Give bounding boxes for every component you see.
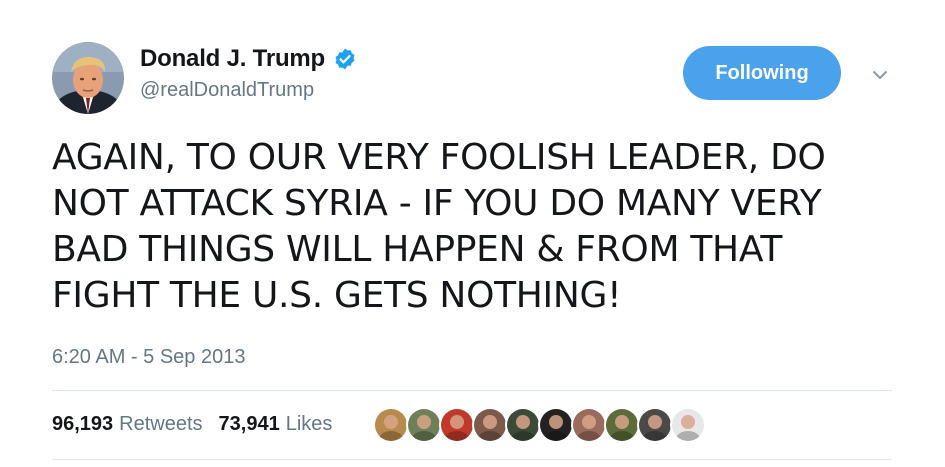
author-info: Donald J. Trump @realDonaldTrump (140, 44, 357, 102)
liker-avatar-6[interactable] (538, 407, 574, 443)
liker-avatar-2[interactable] (406, 407, 442, 443)
tweet-stats: 96,193 Retweets 73,941 Likes (52, 413, 332, 436)
liker-avatar-7[interactable] (571, 407, 607, 443)
liker-avatar-4[interactable] (472, 407, 508, 443)
divider (52, 459, 892, 460)
liker-avatar-10[interactable] (670, 407, 706, 443)
author-avatar[interactable] (52, 42, 124, 114)
chevron-down-icon[interactable] (868, 66, 892, 84)
likes-count[interactable]: 73,941 (219, 413, 280, 436)
verified-badge-icon (333, 47, 357, 71)
tweet-text: AGAIN, TO OUR VERY FOOLISH LEADER, DO NO… (52, 137, 826, 316)
author-handle[interactable]: @realDonaldTrump (140, 79, 357, 102)
likes-label[interactable]: Likes (286, 413, 333, 436)
liker-avatar-8[interactable] (604, 407, 640, 443)
liker-avatar-1[interactable] (373, 407, 409, 443)
retweets-count[interactable]: 96,193 (52, 413, 113, 436)
author-display-name[interactable]: Donald J. Trump (140, 45, 325, 73)
liker-avatar-9[interactable] (637, 407, 673, 443)
tweet-card: Donald J. Trump @realDonaldTrump Followi… (0, 0, 945, 467)
likers-list (373, 407, 706, 443)
author-name-row: Donald J. Trump (140, 44, 357, 74)
divider (52, 390, 892, 391)
liker-avatar-5[interactable] (505, 407, 541, 443)
tweet-timestamp[interactable]: 6:20 AM - 5 Sep 2013 (52, 346, 245, 369)
liker-avatar-3[interactable] (439, 407, 475, 443)
retweets-label[interactable]: Retweets (119, 413, 202, 436)
following-button[interactable]: Following (683, 46, 841, 100)
